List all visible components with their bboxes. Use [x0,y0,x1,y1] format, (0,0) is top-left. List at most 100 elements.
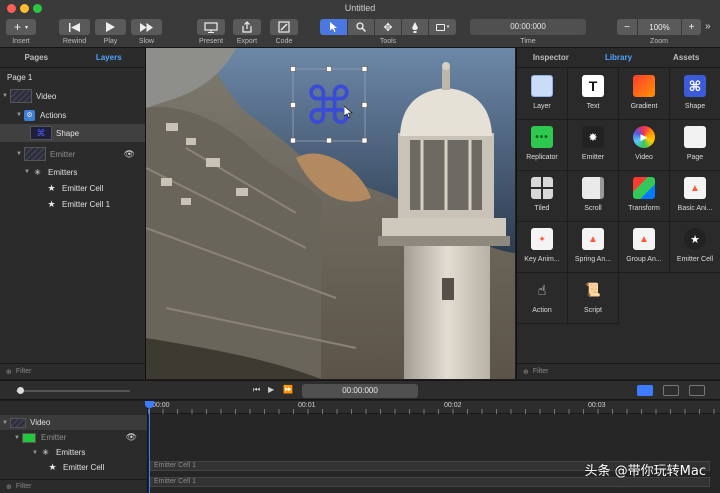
code-edit-icon [278,21,290,33]
transform-icon [633,177,655,199]
disclosure-down-icon[interactable]: ▼ [14,151,24,157]
view-mode-timeline-button[interactable] [637,385,653,396]
export-button[interactable] [233,19,261,35]
disclosure-down-icon[interactable]: ▼ [14,112,24,118]
zoom-out-button[interactable]: − [617,19,637,35]
tab-layers[interactable]: Layers [73,48,146,67]
page-header[interactable]: Page 1 [0,70,145,84]
library-item-keyframe-animation[interactable]: ✦ Key Anim... [517,222,568,273]
export-icon [242,21,252,33]
play-button[interactable] [95,19,126,35]
scrubber-track[interactable] [16,390,130,392]
disclosure-down-icon[interactable]: ▼ [30,450,40,456]
library-filter[interactable]: ⊕ Filter [517,363,720,379]
view-mode-split-button[interactable] [689,385,705,396]
plus-icon: + [13,20,21,34]
library-item-label: Emitter Cell [676,256,714,263]
code-button[interactable] [270,19,298,35]
library-item-scroll[interactable]: Scroll [568,171,619,222]
library-item-replicator[interactable]: ••• Replicator [517,120,568,171]
star-icon: ★ [48,462,57,472]
timeline-row-emitter[interactable]: ▼ Emitter 👁 [0,430,147,445]
library-item-label: Scroll [584,205,602,212]
library-item-label: Emitter [581,154,605,161]
layer-label: Emitter Cell [62,183,104,193]
timeline-row-emitters[interactable]: ▼ ✳ Emitters [0,445,147,460]
insert-button[interactable]: + ▾ [6,19,36,35]
library-item-gradient[interactable]: Gradient [619,69,670,120]
slow-button[interactable] [131,19,162,35]
layer-row-emitter-cell-1[interactable]: ★ Emitter Cell 1 [0,195,145,213]
cursor-icon [344,106,353,118]
move-tool[interactable]: ✥ [374,19,401,35]
layer-label: Shape [56,128,80,138]
tab-library[interactable]: Library [585,48,653,67]
library-item-spring-animation[interactable]: ▲ Spring An... [568,222,619,273]
view-mode-canvas-button[interactable] [663,385,679,396]
library-item-tiled[interactable]: Tiled [517,171,568,222]
zoom-control: − 100% + [617,19,701,35]
page-icon [684,126,706,148]
library-item-script[interactable]: 📜 Script [568,273,619,324]
library-item-layer[interactable]: Layer [517,69,568,120]
rewind-button[interactable] [59,19,90,35]
eye-icon[interactable]: 👁 [126,432,137,443]
chevron-down-icon: ▾ [25,24,29,31]
shape-thumbnail: ⌘ [30,126,52,140]
library-item-shape[interactable]: ⌘ Shape [670,69,720,120]
eye-icon[interactable]: 👁 [124,149,135,160]
library-item-transform[interactable]: Transform [619,171,670,222]
library-item-video[interactable]: ▶ Video [619,120,670,171]
library-item-label: Page [686,154,704,161]
layer-row-shape[interactable]: ⌘ Shape [0,124,145,142]
disclosure-down-icon[interactable]: ▼ [12,435,22,441]
left-panel-tabs: Pages Layers [0,48,145,68]
zoom-tool[interactable] [347,19,374,35]
tab-inspector[interactable]: Inspector [517,48,585,67]
library-item-label: Gradient [630,103,658,110]
emitter-color-swatch [22,432,36,443]
selected-shape[interactable]: ⌘ [290,66,370,146]
canvas[interactable]: ⌘ [146,48,515,379]
timeline-row-emitter-cell[interactable]: ★ Emitter Cell [0,460,147,475]
library-item-emitter[interactable]: ✸ Emitter [568,120,619,171]
ruler-label: 00:03 [588,402,606,409]
pen-tool[interactable] [401,19,428,35]
shape-tool[interactable]: ▾ [428,19,456,35]
timeline-row-video[interactable]: ▼ Video [0,415,147,430]
tab-pages[interactable]: Pages [0,48,73,67]
layer-row-video[interactable]: ▼ Video [0,87,145,105]
play-icon[interactable]: ▶ [268,385,274,394]
rewind-icon[interactable]: ⏮ [253,385,260,395]
present-button[interactable] [197,19,225,35]
filter-placeholder: Filter [532,368,549,375]
library-item-page[interactable]: Page [670,120,720,171]
library-item-action[interactable]: ☝ Action [517,273,568,324]
library-item-text[interactable]: T Text [568,69,619,120]
library-item-label: Shape [684,103,706,110]
tab-assets[interactable]: Assets [652,48,720,67]
time-label: Time [520,38,536,45]
select-tool[interactable] [320,19,347,35]
timeline-filter[interactable]: ⊕ Filter [0,479,147,493]
disclosure-down-icon[interactable]: ▼ [0,93,10,99]
playhead-handle[interactable] [145,401,154,408]
watermark: 头条 @带你玩转Mac [584,464,706,479]
scrubber-knob[interactable] [17,387,24,394]
library-item-group-animation[interactable]: ▲ Group An... [619,222,670,273]
disclosure-down-icon[interactable]: ▼ [22,169,32,175]
spring-animation-icon: ▲ [582,228,604,250]
library-item-label: Basic Ani... [677,205,713,212]
toolbar-overflow-icon[interactable]: » [705,21,711,32]
zoom-in-button[interactable]: + [681,19,701,35]
fast-forward-icon[interactable]: ⏩ [283,385,293,394]
video-thumbnail [10,417,26,428]
library-item-emitter-cell[interactable]: ★ Emitter Cell [670,222,720,273]
layers-filter[interactable]: ⊕ Filter [0,363,145,379]
code-label: Code [275,38,293,45]
layer-row-emitter[interactable]: ▼ Emitter 👁 [0,145,145,163]
layer-icon [531,75,553,97]
layer-row-actions[interactable]: ▼ ⚙ Actions [0,106,145,124]
library-item-basic-animation[interactable]: ▲ Basic Ani... [670,171,720,222]
disclosure-down-icon[interactable]: ▼ [0,420,10,426]
